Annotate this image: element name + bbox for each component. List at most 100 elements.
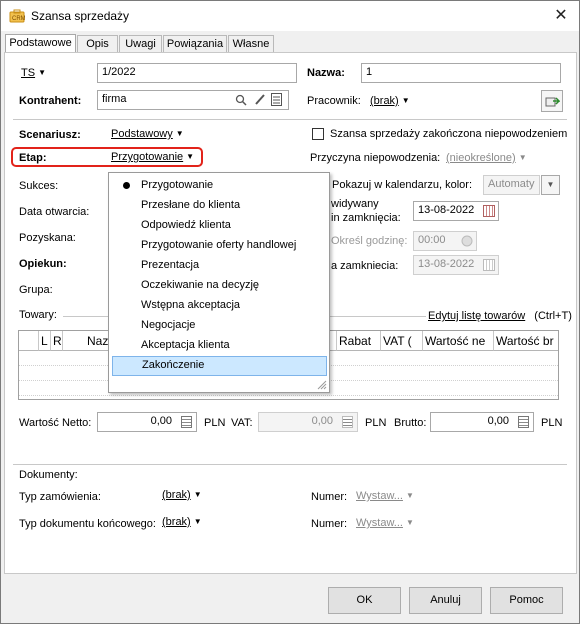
numer2-dropdown[interactable]: Wystaw... ▼ [356,517,414,529]
tab-podstawowe[interactable]: Podstawowe [5,34,76,53]
godzina-value: 00:00 [418,234,446,246]
cancel-button[interactable]: Anuluj [409,587,482,614]
col-header-wartosc-netto[interactable]: Wartość ne [423,331,494,351]
list-icon[interactable] [271,93,282,106]
search-icon[interactable] [235,94,247,106]
calculator-icon[interactable] [181,416,192,428]
col-header-vat[interactable]: VAT ( [381,331,423,351]
clock-icon [461,235,473,247]
menu-item-zakonczenie[interactable]: Zakończenie [112,356,327,376]
netto-value: 0,00 [150,415,172,427]
przewidywany-date-value: 13-08-2022 [418,204,475,216]
numer1-dropdown[interactable]: Wystaw... ▼ [356,490,414,502]
col-header-wartosc-brutto[interactable]: Wartość br [494,331,558,351]
resize-grip-icon[interactable] [316,379,327,390]
ok-button[interactable]: OK [328,587,401,614]
brutto-value: 0,00 [487,415,509,427]
menu-item-negocjacje[interactable]: Negocjacje [112,316,327,336]
tab-opis[interactable]: Opis [77,35,118,53]
menu-item-przeslane[interactable]: Przesłane do klienta [112,196,327,216]
menu-item-przygotowanie[interactable]: Przygotowanie [112,176,327,196]
godzina-field[interactable]: 00:00 [413,231,477,251]
przyczyna-dropdown[interactable]: (nieokreślone) ▼ [446,152,527,164]
vat-value: 0,00 [311,415,333,427]
menu-item-label: Przygotowanie oferty handlowej [141,239,297,251]
etap-dropdown-menu[interactable]: Przygotowanie Przesłane do klienta Odpow… [108,172,330,393]
numer2-label: Numer: [311,518,348,530]
netto-field[interactable]: 0,00 [97,412,197,432]
nazwa-field[interactable]: 1 [361,63,561,83]
scenariusz-dropdown[interactable]: Podstawowy ▼ [111,128,184,140]
brutto-field[interactable]: 0,00 [430,412,534,432]
scenariusz-label: Scenariusz: [19,129,81,141]
etap-dropdown[interactable]: Przygotowanie ▼ [111,151,194,163]
pracownik-dropdown[interactable]: (brak) ▼ [370,95,410,107]
chevron-down-icon: ▼ [193,517,202,526]
menu-item-label: Wstępna akceptacja [141,299,241,311]
menu-item-label: Oczekiwanie na decyzję [141,279,260,291]
menu-item-wstepna-akceptacja[interactable]: Wstępna akceptacja [112,296,327,316]
chevron-down-icon: ▼ [518,153,527,162]
edit-towary-link-wrap[interactable]: Edytuj listę towarów (Ctrl+T) [426,310,574,322]
menu-item-label: Przygotowanie [141,179,214,191]
przewidywany-date-field[interactable]: 13-08-2022 [413,201,499,221]
brutto-label: Brutto: [394,417,427,429]
menu-item-prezentacja[interactable]: Prezentacja [112,256,327,276]
chevron-down-icon: ▼ [405,491,414,500]
series-value: TS [21,67,36,79]
app-icon: CRM [9,9,25,23]
series-dropdown[interactable]: TS ▼ [21,67,46,79]
calendar-icon[interactable] [483,259,495,271]
edit-towary-shortcut: (Ctrl+T) [534,310,572,322]
close-icon[interactable]: ✕ [551,6,571,26]
pencil-icon[interactable] [254,93,266,106]
menu-item-label: Przesłane do klienta [141,199,241,211]
typ-koncowy-dropdown[interactable]: (brak) ▼ [162,516,202,528]
menu-item-oferta[interactable]: Przygotowanie oferty handlowej [112,236,327,256]
typ-koncowy-value: (brak) [162,516,191,528]
kolor-select[interactable]: Automaty [483,175,540,195]
dokumenty-label: Dokumenty: [19,469,78,481]
col-header-r[interactable]: R [51,331,63,351]
chevron-down-icon: ▼ [38,68,46,77]
number-field[interactable]: 1/2022 [97,63,297,83]
window-title: Szansa sprzedaży [31,9,130,23]
title-bar: CRM Szansa sprzedaży ✕ [1,1,579,31]
towary-label: Towary: [19,309,57,321]
calculator-icon[interactable] [518,416,529,428]
menu-item-label: Akceptacja klienta [141,339,230,351]
send-icon [545,97,560,107]
vat-field[interactable]: 0,00 [258,412,358,432]
scenariusz-value: Podstawowy [111,128,173,140]
dialog-window: CRM Szansa sprzedaży ✕ Podstawowe Opis U… [0,0,580,624]
col-header-l[interactable]: L [39,331,51,351]
contact-button[interactable] [541,90,563,112]
col-header-rabat[interactable]: Rabat [337,331,381,351]
typ-zamowienia-dropdown[interactable]: (brak) ▼ [162,489,202,501]
calculator-icon[interactable] [342,416,353,428]
brutto-currency: PLN [541,417,563,429]
chevron-down-icon: ▼ [186,152,195,161]
menu-item-label: Negocjacje [141,319,196,331]
tab-powiazania[interactable]: Powiązania [163,35,227,53]
data-zamkniecia-field[interactable]: 13-08-2022 [413,255,499,275]
etap-label: Etap: [19,152,47,164]
chevron-down-icon[interactable]: ▼ [541,175,560,195]
grupa-label: Grupa: [19,284,53,296]
menu-item-odpowiedz[interactable]: Odpowiedź klienta [112,216,327,236]
okresl-godzine-label: Określ godzinę: [331,235,408,247]
help-button[interactable]: Pomoc [490,587,563,614]
calendar-icon[interactable] [483,205,495,217]
vat-currency: PLN [365,417,387,429]
tab-wlasne[interactable]: Własne [228,35,274,53]
menu-item-akceptacja-klienta[interactable]: Akceptacja klienta [112,336,327,356]
tab-uwagi[interactable]: Uwagi [119,35,162,53]
menu-item-oczekiwanie[interactable]: Oczekiwanie na decyzję [112,276,327,296]
edit-towary-link[interactable]: Edytuj listę towarów [428,310,525,322]
failed-checkbox-label: Szansa sprzedaży zakończona niepowodzeni… [330,128,568,140]
typ-koncowy-label: Typ dokumentu końcowego: [19,518,156,530]
menu-item-label: Odpowiedź klienta [141,219,231,231]
failed-checkbox[interactable] [312,128,324,140]
typ-zamowienia-label: Typ zamówienia: [19,491,101,503]
divider [13,464,567,465]
